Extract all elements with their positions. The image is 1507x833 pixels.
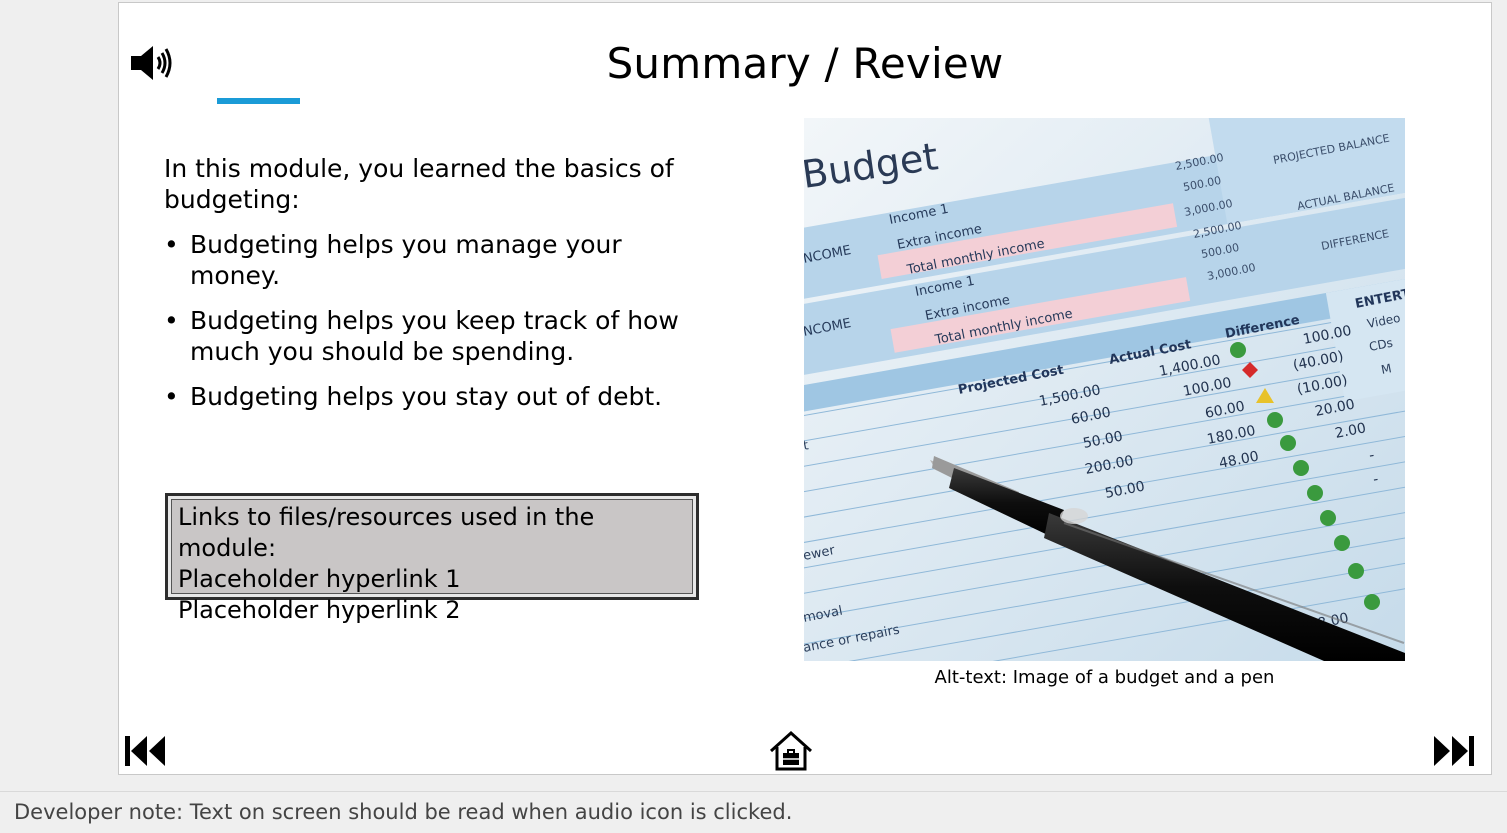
bullet-text: Budgeting helps you stay out of debt. [190, 382, 663, 411]
page-title: Summary / Review [606, 39, 1004, 88]
list-item: • Budgeting helps you manage your money. [164, 230, 622, 290]
list-item: • Budgeting helps you keep track of how m… [164, 306, 679, 366]
links-heading: Links to files/resources used in the mod… [178, 503, 595, 562]
resource-link-2[interactable]: Placeholder hyperlink 2 [178, 595, 686, 626]
bullet-text: Budgeting helps you manage your money. [190, 230, 622, 290]
list-item: • Budgeting helps you stay out of debt. [164, 382, 663, 411]
developer-note: Developer note: Text on screen should be… [0, 791, 1507, 833]
skip-back-icon[interactable] [123, 733, 167, 769]
slide: Summary / Review In this module, you lea… [118, 2, 1492, 775]
bullet-list: • Budgeting helps you manage your money. … [164, 229, 684, 412]
budget-photo: Budget Income 1 Extra income Total month… [804, 118, 1405, 661]
title-accent-bar [217, 98, 300, 104]
home-icon[interactable] [767, 729, 815, 773]
intro-text: In this module, you learned the basics o… [164, 154, 674, 214]
resource-links-box: Links to files/resources used in the mod… [165, 493, 699, 624]
image-caption: Alt-text: Image of a budget and a pen [934, 667, 1275, 688]
resource-link-1[interactable]: Placeholder hyperlink 1 [178, 564, 686, 595]
bullet-text: Budgeting helps you keep track of how mu… [190, 306, 679, 366]
skip-forward-icon[interactable] [1432, 733, 1476, 769]
summary-content: In this module, you learned the basics o… [164, 153, 684, 426]
